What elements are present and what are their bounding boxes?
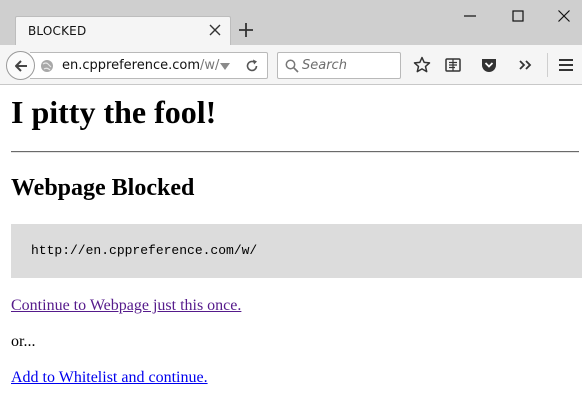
back-button[interactable] (6, 51, 35, 80)
search-input[interactable] (302, 56, 396, 75)
hamburger-menu-icon[interactable] (557, 56, 575, 74)
browser-tab[interactable]: BLOCKED (15, 16, 231, 45)
blocked-heading: Webpage Blocked (11, 175, 195, 201)
new-tab-icon[interactable] (238, 22, 254, 38)
url-path: /w/ (200, 58, 220, 73)
blocked-url-box: http://en.cppreference.com/w/ (11, 224, 582, 278)
search-bar[interactable] (277, 52, 401, 79)
history-dropdown-icon[interactable] (220, 63, 230, 70)
minimize-icon[interactable] (463, 9, 477, 23)
pocket-icon[interactable] (480, 56, 498, 74)
navigation-toolbar: en.cppreference.com/w/ (0, 45, 582, 85)
close-tab-icon[interactable] (208, 23, 222, 37)
page-title: I pitty the fool! (11, 94, 217, 130)
maximize-icon[interactable] (511, 9, 525, 23)
bookmark-star-icon[interactable] (413, 56, 431, 74)
search-icon (285, 59, 299, 73)
reload-icon[interactable] (244, 58, 260, 74)
url-bar[interactable]: en.cppreference.com/w/ (30, 52, 268, 79)
globe-icon (41, 60, 53, 72)
or-text: or... (11, 333, 36, 350)
url-host: en.cppreference.com (62, 58, 200, 73)
tab-title: BLOCKED (28, 24, 87, 38)
add-to-whitelist-link[interactable]: Add to Whitelist and continue. (11, 369, 208, 387)
blocked-url: http://en.cppreference.com/w/ (31, 243, 258, 258)
toolbar-separator (547, 53, 548, 77)
title-bar: BLOCKED (0, 0, 582, 45)
overflow-chevron-icon[interactable] (516, 56, 534, 74)
horizontal-rule (11, 151, 579, 153)
page-content: I pitty the fool! Webpage Blocked http:/… (0, 86, 582, 416)
close-window-icon[interactable] (557, 9, 571, 23)
url-text[interactable]: en.cppreference.com/w/ (62, 58, 219, 73)
back-arrow-icon (15, 60, 27, 72)
continue-once-link[interactable]: Continue to Webpage just this once. (11, 297, 241, 315)
reader-view-icon[interactable] (444, 56, 462, 74)
